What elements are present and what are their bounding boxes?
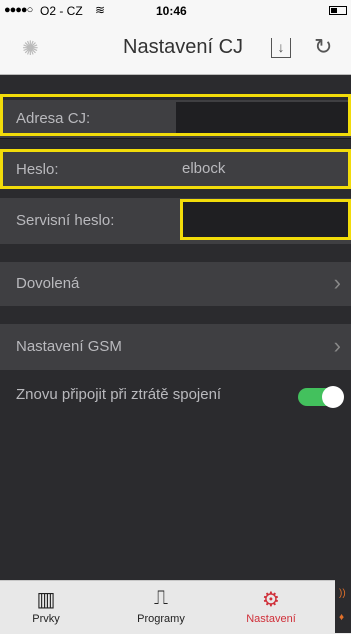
radiator-icon: ▥ [36,589,56,611]
side-strip: )) ♦ [335,580,351,633]
spinner-icon: ✺ [22,38,39,60]
service-password-label: Servisní heslo: [16,212,115,229]
reconnect-toggle[interactable] [298,386,344,408]
tab-bar: ▥ Prvky ⎍ Programy ⚙ Nastavení [0,580,351,634]
chevron-right-icon: › [333,333,341,358]
tab-nastaveni[interactable]: ⚙ Nastavení [232,581,310,634]
refresh-icon[interactable]: ↻ [314,34,332,60]
program-icon: ⎍ [154,587,168,609]
tab-programy[interactable]: ⎍ Programy [122,581,200,634]
vacation-label: Dovolená [16,275,80,292]
highlight-box [180,199,351,240]
gears-icon: ⚙ [262,589,280,611]
page-title: Nastavení CJ [123,36,244,58]
reconnect-label: Znovu připojit při ztrátě spojení [16,386,222,403]
highlight-box [0,149,351,189]
wifi-icon: ≋ [95,3,106,17]
nav-bar: ✺ Nastavení CJ ↓ ↻ [0,22,351,75]
status-bar: ●●●●○ O2 - CZ ≋ 10:46 [0,0,351,22]
tab-label: Prvky [32,613,60,625]
toggle-knob [322,386,344,408]
tab-label: Programy [137,613,185,625]
carrier-name: O2 - CZ [40,4,83,18]
tab-prvky[interactable]: ▥ Prvky [14,581,78,634]
gsm-label: Nastavení GSM [16,338,122,355]
tab-label: Nastavení [246,613,296,625]
signal-icon: )) [339,588,346,599]
status-time: 10:46 [156,4,187,18]
flame-icon: ♦ [339,612,345,623]
battery-icon [329,6,347,15]
highlight-box [0,94,351,136]
download-icon[interactable]: ↓ [271,38,291,58]
vacation-row[interactable]: Dovolená › [0,262,351,306]
gsm-row[interactable]: Nastavení GSM › [0,324,351,370]
signal-strength: ●●●●○ [4,4,33,16]
chevron-right-icon: › [333,270,341,295]
